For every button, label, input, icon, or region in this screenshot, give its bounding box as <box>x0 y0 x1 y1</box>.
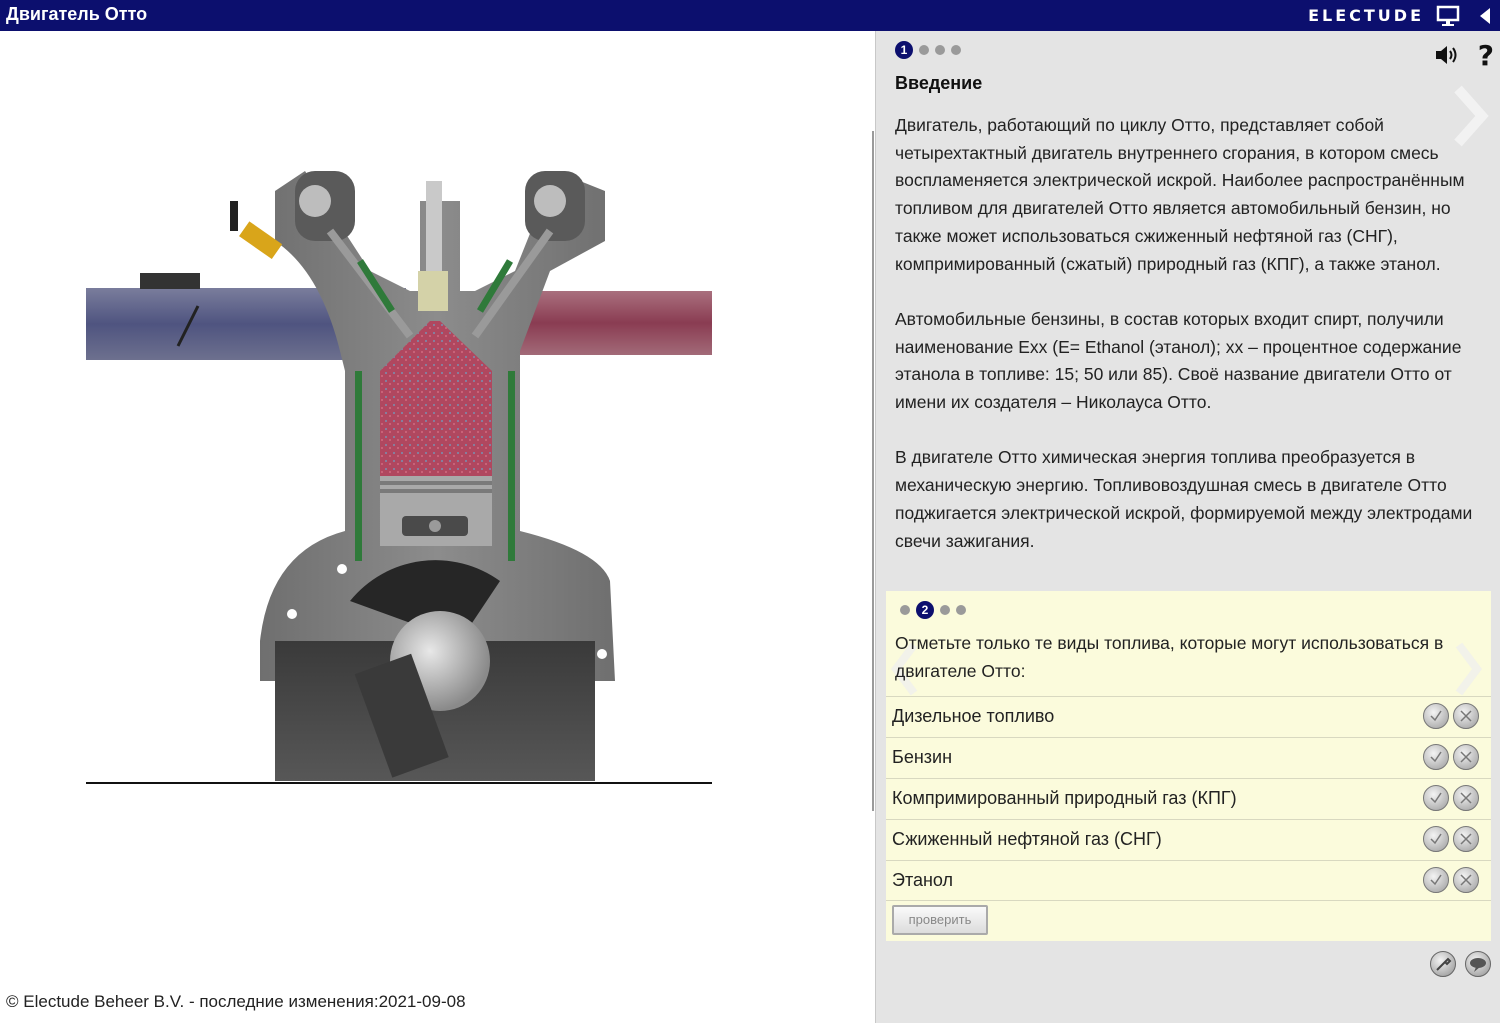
page-dots-quiz: 2 <box>900 601 966 619</box>
intro-paragraph: Автомобильные бензины, в состав которых … <box>895 308 1462 413</box>
option-label: Этанол <box>892 870 954 890</box>
title-bar: Двигатель Отто ELECTUDE <box>0 0 1500 31</box>
help-question-icon[interactable]: ? <box>1478 39 1494 72</box>
section-title: Введение <box>895 73 983 93</box>
quiz-option: Компримированный природный газ (КПГ) <box>886 778 1491 819</box>
panel-divider <box>872 131 874 811</box>
quiz-option: Дизельное топливо <box>886 696 1491 737</box>
option-label: Сжиженный нефтяной газ (СНГ) <box>892 829 1162 849</box>
page-dots-intro: 1 <box>895 41 961 59</box>
page-dot[interactable] <box>919 45 929 55</box>
page-dot[interactable] <box>940 605 950 615</box>
animation-area: © Electude Beheer B.V. - последние измен… <box>0 31 874 1023</box>
quiz-panel: 2 Отметьте только те виды топлива, котор… <box>886 591 1491 941</box>
page-dot[interactable] <box>951 45 961 55</box>
no-cross-icon[interactable] <box>1453 826 1479 852</box>
no-cross-icon[interactable] <box>1453 703 1479 729</box>
yes-check-icon[interactable] <box>1423 826 1449 852</box>
option-label: Компримированный природный газ (КПГ) <box>892 788 1237 808</box>
page-dot-active[interactable]: 1 <box>895 41 913 59</box>
intro-paragraph: Двигатель, работающий по циклу Отто, пре… <box>895 115 1465 274</box>
tools-icon[interactable] <box>1430 951 1456 977</box>
quiz-option: Сжиженный нефтяной газ (СНГ) <box>886 819 1491 860</box>
page-dot-active[interactable]: 2 <box>916 601 934 619</box>
no-cross-icon[interactable] <box>1453 867 1479 893</box>
yes-check-icon[interactable] <box>1423 703 1449 729</box>
check-button[interactable]: проверить <box>892 905 988 935</box>
page-title: Двигатель Отто <box>6 4 148 24</box>
quiz-option: Бензин <box>886 737 1491 778</box>
brand-logo: ELECTUDE <box>1308 6 1424 25</box>
option-label: Бензин <box>892 747 953 767</box>
page-dot[interactable] <box>900 605 910 615</box>
presentation-screen-icon[interactable] <box>1436 4 1460 28</box>
back-arrow-icon[interactable] <box>1478 6 1492 26</box>
copyright-footer: © Electude Beheer B.V. - последние измен… <box>6 992 466 1011</box>
intro-text: Двигатель, работающий по циклу Отто, пре… <box>895 112 1480 583</box>
option-label: Дизельное топливо <box>892 706 1055 726</box>
comment-bubble-icon[interactable] <box>1465 951 1491 977</box>
info-panel: 1 ? Введение Двигатель, работающий по ци… <box>875 31 1500 1023</box>
otto-engine-illustration <box>86 171 712 784</box>
yes-check-icon[interactable] <box>1423 744 1449 770</box>
intro-paragraph: В двигателе Отто химическая энергия топл… <box>895 447 1473 551</box>
speaker-icon[interactable] <box>1434 43 1460 67</box>
quiz-option: Этанол <box>886 860 1491 901</box>
no-cross-icon[interactable] <box>1453 785 1479 811</box>
page-dot[interactable] <box>935 45 945 55</box>
page-dot[interactable] <box>956 605 966 615</box>
quiz-question: Отметьте только те виды топлива, которые… <box>895 633 1444 681</box>
no-cross-icon[interactable] <box>1453 744 1479 770</box>
yes-check-icon[interactable] <box>1423 867 1449 893</box>
yes-check-icon[interactable] <box>1423 785 1449 811</box>
